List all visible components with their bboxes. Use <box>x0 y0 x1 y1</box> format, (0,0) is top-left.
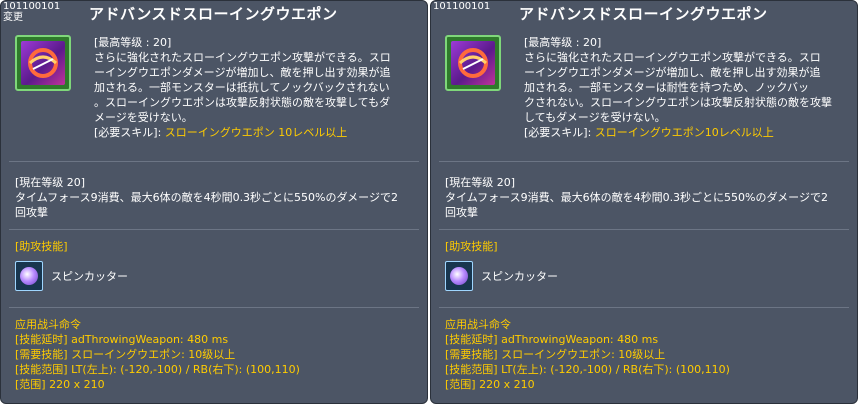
skill-description: [最高等级 : 20] さらに強化されたスローイングウエポン攻撃ができる。スロ … <box>94 35 414 140</box>
desc-line: クされない。スローイングウエポンは攻撃反射状態の敵を攻撃 <box>524 96 832 109</box>
combat-line: 应用战斗命令 <box>445 318 511 331</box>
required-skill-value: スローイングウエポン 10レベル以上 <box>164 126 348 139</box>
divider <box>9 161 419 162</box>
desc-line: メージを受けない。 <box>94 111 193 124</box>
divider <box>439 161 849 162</box>
skill-tooltip-left: 101100101 変更 アドバンスドスローイングウエポン [最高等级 : 20… <box>0 0 428 404</box>
current-effect-line: 回攻撃 <box>445 206 478 219</box>
combat-line: [需要技能] スローイングウエポン: 10级以上 <box>15 348 236 361</box>
divider <box>9 229 419 230</box>
required-skill-value: スローイングウエポン10レベル以上 <box>594 126 774 139</box>
max-level: [最高等级 : 20] <box>524 36 602 49</box>
divider <box>9 307 419 308</box>
current-level: [現在等级 20] <box>15 176 86 189</box>
combat-line: 应用战斗命令 <box>15 318 81 331</box>
assist-skill-header: [助攻技能] <box>445 240 498 253</box>
current-effect-line: タイムフォース9消費、最大6体の敵を4秒間0.3秒ごとに550%のダメージで2 <box>445 191 828 204</box>
assist-skill-header: [助攻技能] <box>15 240 68 253</box>
current-effect-line: タイムフォース9消費、最大6体の敵を4秒間0.3秒ごとに550%のダメージで2 <box>15 191 398 204</box>
skill-tooltip-right: 101100101 アドバンスドスローイングウエポン [最高等级 : 20] さ… <box>430 0 858 404</box>
skill-icon <box>15 35 71 91</box>
changed-label: 変更 <box>3 12 23 23</box>
current-effect-line: 回攻撃 <box>15 206 48 219</box>
skill-title: アドバンスドスローイングウエポン <box>519 5 768 23</box>
current-level-section: [現在等级 20] タイムフォース9消費、最大6体の敵を4秒間0.3秒ごとに55… <box>15 175 419 220</box>
skill-id: 101100101 <box>433 1 491 12</box>
skill-title: アドバンスドスローイングウエポン <box>89 5 338 23</box>
divider <box>439 229 849 230</box>
combat-line: [技能延时] adThrowingWeapon: 480 ms <box>445 333 659 346</box>
current-level: [現在等级 20] <box>445 176 516 189</box>
throwing-weapon-icon <box>451 41 495 85</box>
combat-line: [范围] 220 x 210 <box>15 378 105 391</box>
required-skill: [必要スキル]: スローイングウエポン 10レベル以上 <box>94 125 414 140</box>
desc-line: してもダメージを受けない。 <box>524 111 666 124</box>
max-level: [最高等级 : 20] <box>94 36 172 49</box>
combat-line: [范围] 220 x 210 <box>445 378 535 391</box>
spin-cutter-icon <box>15 261 43 291</box>
desc-line: ーイングウエポンダメージが増加し、敵を押し出す効果が追 <box>94 66 391 79</box>
spin-cutter-icon <box>445 261 473 291</box>
divider <box>439 307 849 308</box>
current-level-section: [現在等级 20] タイムフォース9消費、最大6体の敵を4秒間0.3秒ごとに55… <box>445 175 849 220</box>
assist-skill-name: スピンカッター <box>481 270 558 283</box>
required-skill-label: [必要スキル]: <box>524 126 595 139</box>
desc-line: 加される。一部モンスターは抵抗してノックバックされない <box>94 81 390 94</box>
desc-line: 。スローイングウエポンは攻撃反射状態の敵を攻撃してもダ <box>94 96 391 109</box>
desc-line: ーイングウエポンダメージが増加し、敵を押し出す効果が追 <box>524 66 821 79</box>
desc-line: さらに強化されたスローイングウエポン攻撃ができる。スロ <box>94 51 391 64</box>
combat-line: [技能范围] LT(左上): (-120,-100) / RB(右下): (10… <box>15 363 300 376</box>
desc-line: さらに強化されたスローイングウエポン攻撃ができる。スロ <box>524 51 821 64</box>
desc-line: 加される。一部モンスターは耐性を持つため、ノックバッ <box>524 81 810 94</box>
combat-line: [技能范围] LT(左上): (-120,-100) / RB(右下): (10… <box>445 363 730 376</box>
required-skill-label: [必要スキル]: <box>94 126 165 139</box>
skill-id: 101100101 <box>3 1 61 12</box>
skill-description: [最高等级 : 20] さらに強化されたスローイングウエポン攻撃ができる。スロ … <box>524 35 844 140</box>
combat-line: [需要技能] スローイングウエポン: 10级以上 <box>445 348 666 361</box>
combat-line: [技能延时] adThrowingWeapon: 480 ms <box>15 333 229 346</box>
skill-icon <box>445 35 501 91</box>
assist-skill-name: スピンカッター <box>51 270 128 283</box>
required-skill: [必要スキル]: スローイングウエポン10レベル以上 <box>524 125 844 140</box>
combat-command-section: 应用战斗命令 [技能延时] adThrowingWeapon: 480 ms [… <box>15 317 300 392</box>
combat-command-section: 应用战斗命令 [技能延时] adThrowingWeapon: 480 ms [… <box>445 317 730 392</box>
throwing-weapon-icon <box>21 41 65 85</box>
